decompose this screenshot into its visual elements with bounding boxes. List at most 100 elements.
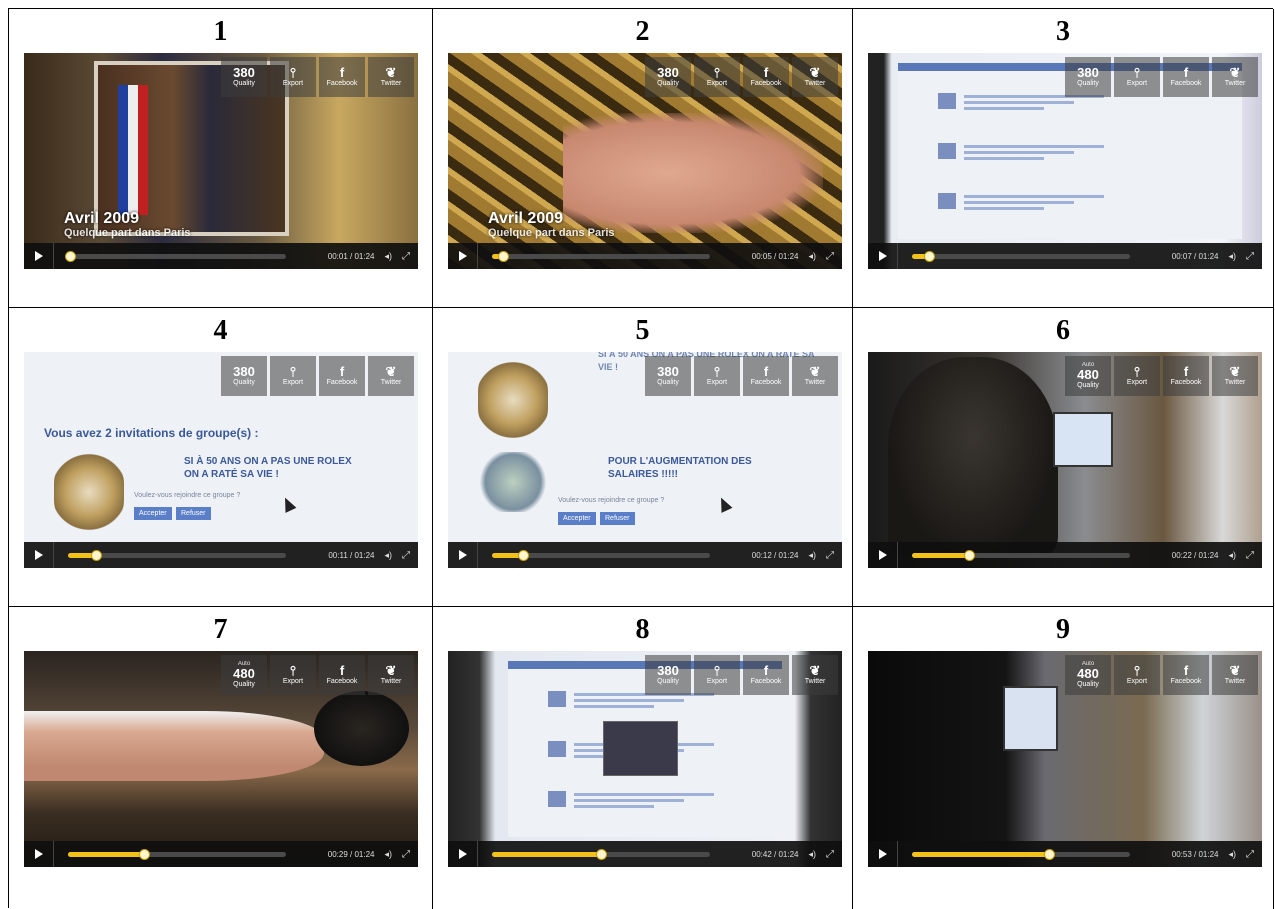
progress-knob[interactable] [65,250,77,262]
twitter-button[interactable]: ❦ Twitter [368,57,414,97]
refuse-button[interactable]: Refuser [176,507,211,520]
volume-icon[interactable]: ◂) [1228,849,1236,860]
volume-icon[interactable]: ◂) [384,849,392,860]
export-button[interactable]: ⫯ Export [1114,356,1160,396]
fullscreen-icon[interactable]: ⤢ [1246,251,1254,262]
twitter-button[interactable]: ❦ Twitter [1212,57,1258,97]
export-button[interactable]: ⫯ Export [270,57,316,97]
fullscreen-icon[interactable]: ⤢ [1246,550,1254,561]
fullscreen-icon[interactable]: ⤢ [402,550,410,561]
twitter-button[interactable]: ❦ Twitter [1212,356,1258,396]
fullscreen-icon[interactable]: ⤢ [826,849,834,860]
export-button[interactable]: ⫯ Export [1114,655,1160,695]
volume-icon[interactable]: ◂) [808,251,816,262]
fullscreen-icon[interactable]: ⤢ [402,251,410,262]
progress-track[interactable] [912,848,1130,860]
quality-button[interactable]: 380 Quality [645,57,691,97]
facebook-button[interactable]: f Facebook [743,57,789,97]
video-player[interactable]: Avril 2009 Quelque part dans Paris 380 Qual… [24,53,418,269]
video-player[interactable]: 380 Quality ⫯ Export f Facebook ❦ Twitter 00:42 … [448,651,842,867]
export-button[interactable]: ⫯ Export [694,655,740,695]
facebook-button[interactable]: f Facebook [319,655,365,695]
quality-button[interactable]: 380 Quality [1065,57,1111,97]
group-name[interactable]: SI À 50 ANS ON A PAS UNE ROLEX ON A RATÉ… [184,455,364,481]
progress-knob[interactable] [91,549,103,561]
export-button[interactable]: ⫯ Export [694,57,740,97]
quality-button[interactable]: 380 Quality [221,57,267,97]
volume-icon[interactable]: ◂) [384,251,392,262]
export-button[interactable]: ⫯ Export [270,655,316,695]
twitter-button[interactable]: ❦ Twitter [368,655,414,695]
video-player[interactable]: SI À 50 ANS ON A PAS UNE ROLEX ON A RATÉ… [448,352,842,568]
twitter-button[interactable]: ❦ Twitter [368,356,414,396]
progress-track[interactable] [492,250,710,262]
export-button[interactable]: ⫯ Export [1114,57,1160,97]
play-icon[interactable] [448,243,478,269]
volume-icon[interactable]: ◂) [1228,251,1236,262]
progress-track[interactable] [65,250,286,262]
facebook-button[interactable]: f Facebook [743,356,789,396]
quality-button[interactable]: 380 Quality [645,655,691,695]
facebook-button[interactable]: f Facebook [743,655,789,695]
fullscreen-icon[interactable]: ⤢ [826,550,834,561]
fullscreen-icon[interactable]: ⤢ [1246,849,1254,860]
frame-cell-6: 6 Auto 480 Quality ⫯ Export f Facebook ❦ Twitter 0… [853,308,1274,607]
twitter-button[interactable]: ❦ Twitter [792,356,838,396]
progress-track[interactable] [912,549,1130,561]
group-name[interactable]: POUR L'AUGMENTATION DES SALAIRES !!!!! [608,455,788,481]
progress-track[interactable] [68,848,286,860]
play-icon[interactable] [868,542,898,568]
play-icon[interactable] [24,243,54,269]
progress-knob[interactable] [517,549,529,561]
export-icon: ⫯ [1134,663,1140,678]
play-icon[interactable] [24,841,54,867]
progress-track[interactable] [492,549,710,561]
progress-track[interactable] [492,848,710,860]
refuse-button[interactable]: Refuser [600,512,635,525]
facebook-button[interactable]: f Facebook [319,356,365,396]
volume-icon[interactable]: ◂) [808,849,816,860]
facebook-button[interactable]: f Facebook [1163,356,1209,396]
facebook-button[interactable]: f Facebook [319,57,365,97]
facebook-button[interactable]: f Facebook [1163,655,1209,695]
video-player[interactable]: Vous avez 2 invitations de groupe(s) : SI… [24,352,418,568]
volume-icon[interactable]: ◂) [808,550,816,561]
play-icon[interactable] [448,841,478,867]
progress-knob[interactable] [1044,848,1056,860]
export-button[interactable]: ⫯ Export [694,356,740,396]
quality-value: 480 [1077,367,1099,382]
progress-knob[interactable] [596,848,607,860]
video-player[interactable]: Avril 2009 Quelque part dans Paris 380 Qual… [448,53,842,269]
twitter-button[interactable]: ❦ Twitter [1212,655,1258,695]
progress-track[interactable] [912,250,1130,262]
video-player[interactable]: 380 Quality ⫯ Export f Facebook ❦ Twitter 00:07 … [868,53,1262,269]
play-icon[interactable] [448,542,478,568]
quality-button[interactable]: 380 Quality [221,356,267,396]
progress-knob[interactable] [963,549,975,561]
progress-knob[interactable] [497,250,509,262]
quality-button[interactable]: Auto 480 Quality [1065,356,1111,396]
accept-button[interactable]: Accepter [134,507,172,520]
progress-track[interactable] [68,549,286,561]
video-player[interactable]: Auto 480 Quality ⫯ Export f Facebook ❦ Twitter 00… [868,651,1262,867]
facebook-button[interactable]: f Facebook [1163,57,1209,97]
frame-cell-3: 3 380 Quality ⫯ Export f Facebook ❦ Twitter 00:07… [853,9,1274,308]
volume-icon[interactable]: ◂) [384,550,392,561]
play-icon[interactable] [24,542,54,568]
video-player[interactable]: Auto 480 Quality ⫯ Export f Facebook ❦ Twitter 00… [24,651,418,867]
fullscreen-icon[interactable]: ⤢ [402,849,410,860]
export-button[interactable]: ⫯ Export [270,356,316,396]
twitter-button[interactable]: ❦ Twitter [792,57,838,97]
quality-button[interactable]: 380 Quality [645,356,691,396]
video-player[interactable]: Auto 480 Quality ⫯ Export f Facebook ❦ Twitter 00… [868,352,1262,568]
accept-button[interactable]: Accepter [558,512,596,525]
quality-button[interactable]: Auto 480 Quality [1065,655,1111,695]
volume-icon[interactable]: ◂) [1228,550,1236,561]
quality-button[interactable]: Auto 480 Quality [221,655,267,695]
progress-knob[interactable] [139,848,151,860]
play-icon[interactable] [868,841,898,867]
twitter-button[interactable]: ❦ Twitter [792,655,838,695]
fullscreen-icon[interactable]: ⤢ [826,251,834,262]
play-icon[interactable] [868,243,898,269]
progress-knob[interactable] [924,250,936,262]
